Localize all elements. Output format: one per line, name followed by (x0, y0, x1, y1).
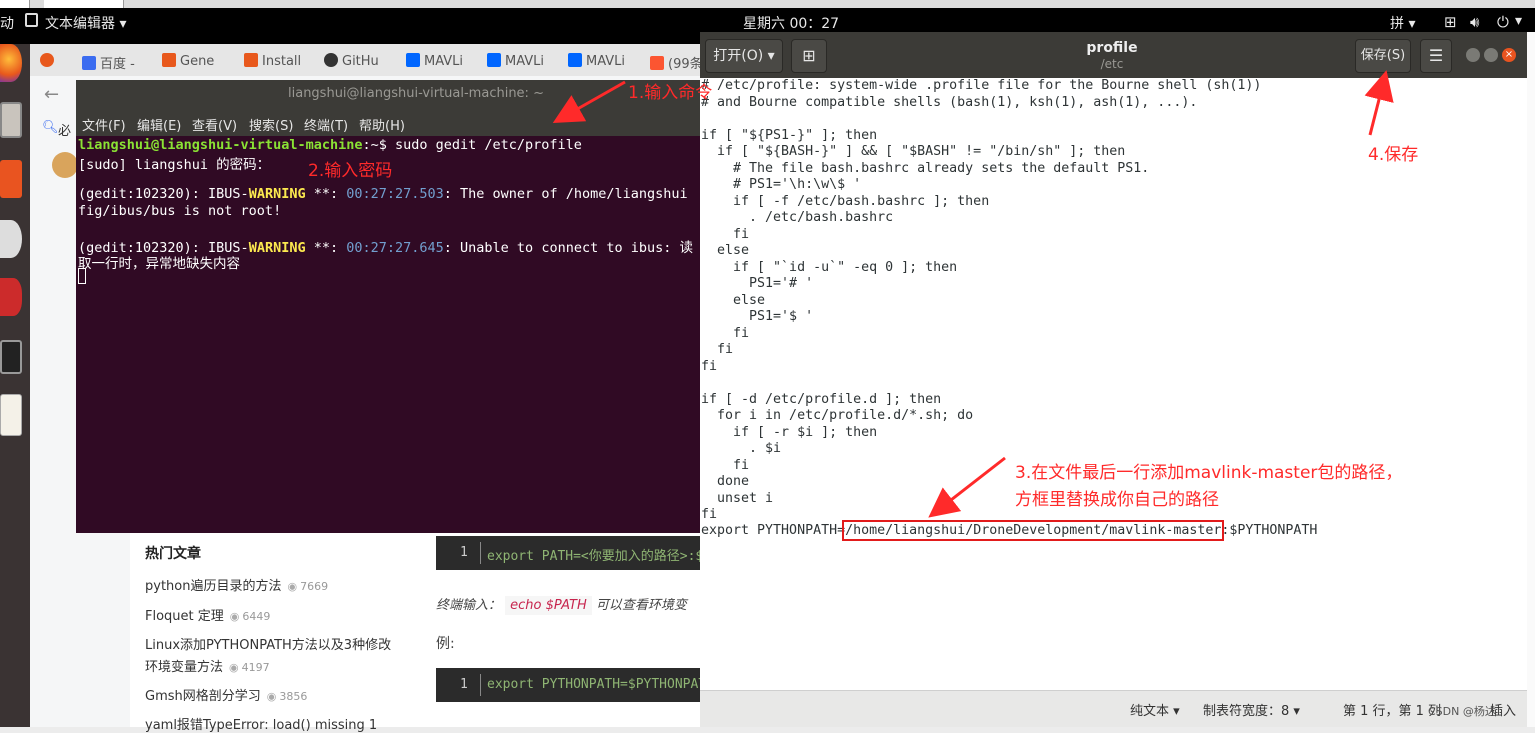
arrow-step1 (552, 80, 626, 123)
arrow-step3 (928, 456, 1006, 518)
arrow-step4 (1364, 70, 1394, 136)
annotation-arrows (552, 70, 1394, 518)
